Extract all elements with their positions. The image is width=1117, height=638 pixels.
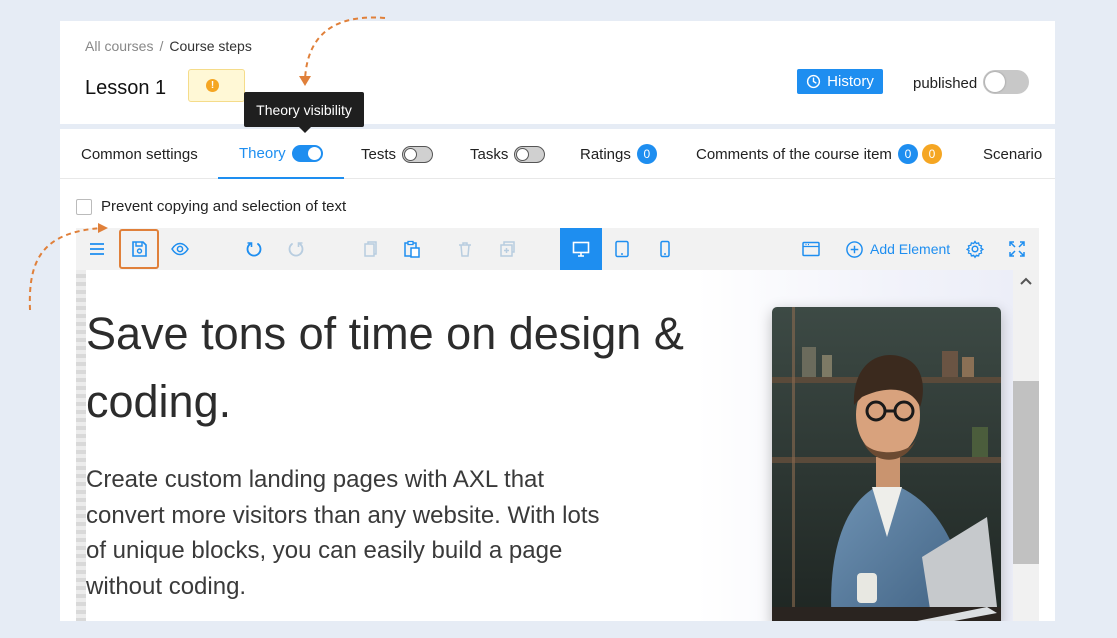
tab-theory[interactable]: Theory — [218, 129, 344, 179]
redo-icon — [288, 242, 304, 257]
settings-button[interactable] — [955, 228, 995, 270]
expand-icon — [1009, 241, 1025, 257]
hero-photo[interactable] — [772, 307, 1001, 621]
tab-label: Theory — [239, 144, 286, 162]
editor-toolbar: Add Element — [76, 228, 1039, 270]
clipboard-paste-icon — [404, 240, 420, 258]
tab-tasks[interactable]: Tasks — [470, 129, 546, 179]
tab-ratings[interactable]: Ratings 0 — [580, 129, 657, 179]
mobile-icon — [660, 240, 670, 258]
tab-label: Comments of the course item — [696, 145, 892, 163]
breadcrumb-separator: / — [159, 38, 164, 54]
dashed-arrow-tooltip-icon — [299, 16, 386, 86]
redo-button[interactable] — [276, 228, 316, 270]
plus-circle-icon — [846, 240, 863, 258]
hero-description[interactable]: Create custom landing pages with AXL tha… — [86, 462, 606, 604]
breadcrumb: All courses / Course steps — [85, 38, 252, 54]
tab-label: Tasks — [470, 145, 509, 163]
save-button[interactable] — [119, 228, 159, 270]
copy-icon — [364, 241, 377, 257]
preview-button[interactable] — [160, 228, 200, 270]
prevent-copy-checkbox[interactable] — [76, 198, 92, 215]
tab-label: Ratings — [580, 145, 631, 163]
prevent-copy-label: Prevent copying and selection of text — [101, 198, 347, 215]
lesson-title: Lesson 1 — [85, 77, 167, 99]
breadcrumb-all-courses[interactable]: All courses — [85, 38, 153, 54]
device-tablet-button[interactable] — [602, 228, 642, 270]
tab-bar: Common settings Theory Tests Tasks Ratin… — [60, 129, 1055, 179]
copy-button[interactable] — [350, 228, 390, 270]
layout-window-button[interactable] — [791, 228, 831, 270]
tab-comments[interactable]: Comments of the course item 0 0 — [696, 129, 942, 179]
tests-visibility-toggle[interactable] — [402, 145, 434, 163]
tablet-icon — [615, 240, 629, 258]
tab-tests[interactable]: Tests — [361, 129, 434, 179]
theory-visibility-tooltip: Theory visibility — [244, 92, 364, 133]
tab-common-settings[interactable]: Common settings — [81, 129, 198, 179]
undo-button[interactable] — [234, 228, 274, 270]
lesson-header-card: All courses / Course steps Lesson 1 ! Hist… — [60, 21, 1055, 124]
history-button-label: History — [827, 73, 874, 90]
ratings-count-badge: 0 — [636, 144, 657, 164]
chevron-up-icon — [1020, 277, 1032, 285]
desktop-icon — [572, 241, 590, 257]
device-mobile-button[interactable] — [645, 228, 685, 270]
warning-icon: ! — [206, 79, 219, 92]
fullscreen-button[interactable] — [997, 228, 1037, 270]
tab-label: Tests — [361, 145, 397, 163]
tab-label: Scenario — [983, 145, 1043, 163]
theory-visibility-toggle[interactable] — [291, 144, 323, 162]
add-copy-icon — [500, 241, 515, 257]
published-toggle[interactable] — [983, 70, 1029, 94]
scroll-up-button[interactable] — [1013, 270, 1039, 292]
published-label: published — [913, 75, 978, 92]
add-element-label: Add Element — [870, 241, 951, 257]
device-desktop-button[interactable] — [560, 228, 602, 270]
history-button[interactable]: History — [797, 69, 883, 94]
hero-title[interactable]: Save tons of time on design & coding. — [86, 300, 686, 436]
page-canvas[interactable]: Save tons of time on design & coding. Cr… — [76, 270, 1039, 621]
warning-badge[interactable]: ! — [188, 69, 245, 102]
prevent-copy-option[interactable]: Prevent copying and selection of text — [76, 198, 346, 215]
editor-card: Common settings Theory Tests Tasks Ratin… — [60, 129, 1055, 621]
duplicate-button[interactable] — [487, 228, 527, 270]
comments-pending-badge: 0 — [921, 144, 942, 164]
man-with-laptop-image — [772, 307, 1001, 621]
trash-icon — [459, 242, 471, 257]
paste-button[interactable] — [392, 228, 432, 270]
tab-scenario[interactable]: Scenario — [983, 129, 1042, 179]
breadcrumb-current: Course steps — [169, 38, 252, 54]
add-element-button[interactable]: Add Element — [845, 228, 950, 270]
canvas-scrollbar-thumb[interactable] — [1013, 381, 1039, 564]
tab-label: Common settings — [81, 145, 198, 163]
clock-history-icon — [807, 74, 821, 89]
comments-count-badge: 0 — [897, 144, 918, 164]
save-disk-icon — [132, 241, 147, 257]
dashed-arrow-save-icon — [28, 223, 108, 311]
undo-icon — [246, 242, 262, 257]
canvas-drag-handle[interactable] — [76, 270, 86, 621]
tasks-visibility-toggle[interactable] — [514, 145, 546, 163]
eye-icon — [171, 242, 189, 256]
browser-window-icon — [802, 241, 820, 257]
delete-button[interactable] — [445, 228, 485, 270]
gear-icon — [965, 240, 985, 259]
